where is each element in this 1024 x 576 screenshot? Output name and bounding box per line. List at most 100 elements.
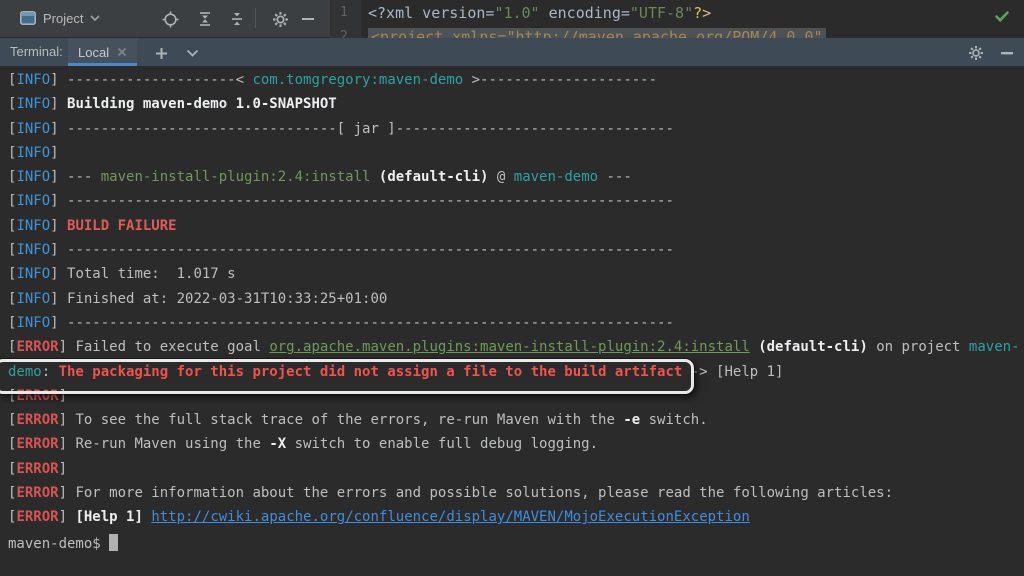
ide-window: Project xyxy=(0,0,1024,576)
terminal-text: ERROR xyxy=(16,388,58,404)
terminal-text: ] Finished at: 2022-03-31T10:33:25+01:00 xyxy=(50,291,387,307)
terminal-text: INFO xyxy=(16,121,50,137)
inspections-ok-icon[interactable] xyxy=(994,8,1010,24)
project-toolbar: Project xyxy=(0,0,330,37)
code-token: "1.0" xyxy=(494,4,539,22)
terminal-line: [INFO] --- maven-install-plugin:2.4:inst… xyxy=(0,169,1024,193)
terminal-text: INFO xyxy=(16,193,50,209)
terminal-text: switch. xyxy=(640,412,707,428)
terminal-text: switch to enable full debug logging. xyxy=(286,436,598,452)
terminal-panel[interactable]: [INFO] --------------------< com.tomgreg… xyxy=(0,66,1024,576)
terminal-text: --- xyxy=(598,169,632,185)
code-token: encoding= xyxy=(540,4,630,22)
terminal-text: INFO xyxy=(16,315,50,331)
code-token: ?> xyxy=(693,4,711,22)
tab-local[interactable]: Local xyxy=(68,38,137,66)
terminal-line: [INFO] ---------------------------------… xyxy=(0,242,1024,266)
terminal-text: ] For more information about the errors … xyxy=(59,485,893,501)
terminal-text: BUILD FAILURE xyxy=(67,218,177,234)
terminal-line: [INFO] BUILD FAILURE xyxy=(0,218,1024,242)
terminal-text: (default-cli) xyxy=(758,339,868,355)
terminal-text: demo xyxy=(8,364,42,380)
terminal-text: ] xyxy=(59,461,67,477)
terminal-text: ] To see the full stack trace of the err… xyxy=(59,412,624,428)
terminal-line: maven-demo$ xyxy=(0,534,1024,558)
terminal-text xyxy=(750,339,758,355)
terminal-text: ] --- xyxy=(50,169,101,185)
terminal-panel-label: Terminal: xyxy=(10,44,63,59)
terminal-line: [INFO] ---------------------------------… xyxy=(0,193,1024,217)
terminal-text: ] xyxy=(50,218,67,234)
terminal-text: Building maven-demo 1.0-SNAPSHOT xyxy=(67,96,337,112)
chevron-down-icon[interactable] xyxy=(183,44,201,62)
terminal-text: ERROR xyxy=(16,412,58,428)
terminal-text: [Help 1] xyxy=(75,509,142,525)
select-opened-file-icon[interactable] xyxy=(161,10,179,28)
gear-icon[interactable] xyxy=(271,10,289,28)
terminal-line: [INFO] --------------------------------[… xyxy=(0,121,1024,145)
toolbar-separator xyxy=(255,8,256,28)
terminal-text: (default-cli) xyxy=(379,169,489,185)
terminal-text: ] xyxy=(50,145,58,161)
terminal-text xyxy=(370,169,378,185)
terminal-text: maven- xyxy=(969,339,1020,355)
terminal-text: : xyxy=(42,364,59,380)
terminal-line: [INFO] Building maven-demo 1.0-SNAPSHOT xyxy=(0,96,1024,120)
terminal-line: [ERROR] xyxy=(0,461,1024,485)
terminal-line: [ERROR] Re-run Maven using the -X switch… xyxy=(0,436,1024,460)
editor-line2-partial: 2 <project xmlns="http://maven.apache.or… xyxy=(330,28,1024,38)
terminal-text: ERROR xyxy=(16,436,58,452)
terminal-text: INFO xyxy=(16,145,50,161)
terminal-line: [ERROR] Failed to execute goal org.apach… xyxy=(0,339,1024,363)
terminal-text: ] xyxy=(59,388,67,404)
terminal-line: [ERROR] To see the full stack trace of t… xyxy=(0,412,1024,436)
terminal-text: ] --------------------------------------… xyxy=(50,315,674,331)
new-session-icon[interactable] xyxy=(152,44,170,62)
terminal-link[interactable]: http://cwiki.apache.org/confluence/displ… xyxy=(151,509,749,525)
terminal-settings-gear-icon[interactable] xyxy=(967,44,985,62)
terminal-text: ] --------------------------------------… xyxy=(50,242,674,258)
terminal-text: >--------------------- xyxy=(463,72,657,88)
terminal-text: INFO xyxy=(16,96,50,112)
hide-terminal-icon[interactable] xyxy=(998,44,1016,62)
terminal-text: ERROR xyxy=(16,485,58,501)
terminal-text: ] xyxy=(50,96,67,112)
terminal-cursor xyxy=(109,534,118,551)
terminal-text: ] Failed to execute goal xyxy=(59,339,270,355)
terminal-line: [ERROR] For more information about the e… xyxy=(0,485,1024,509)
terminal-line: [INFO] --------------------< com.tomgreg… xyxy=(0,72,1024,96)
project-tool-window-button[interactable]: Project xyxy=(14,5,106,31)
terminal-tab-bar: Terminal: Local xyxy=(0,38,1024,66)
terminal-text: INFO xyxy=(16,218,50,234)
terminal-line: [INFO] ---------------------------------… xyxy=(0,315,1024,339)
terminal-text: on project xyxy=(868,339,969,355)
terminal-text[interactable]: org.apache.maven.plugins:maven-install-p… xyxy=(269,339,749,355)
terminal-line: [INFO] xyxy=(0,145,1024,169)
top-bar: Project xyxy=(0,0,1024,38)
editor-area[interactable]: 1 <?xml version="1.0" encoding="UTF-8"?>… xyxy=(330,0,1024,38)
terminal-text: INFO xyxy=(16,291,50,307)
terminal-text: ] xyxy=(59,509,76,525)
terminal-text: -> [Help 1] xyxy=(682,364,783,380)
terminal-text: ] Re-run Maven using the xyxy=(59,436,270,452)
terminal-text: ] --------------------------------[ jar … xyxy=(50,121,674,137)
terminal-text: -X xyxy=(269,436,286,452)
terminal-text: maven-demo xyxy=(514,169,598,185)
terminal-line: demo: The packaging for this project did… xyxy=(0,364,1024,388)
terminal-line: [INFO] Finished at: 2022-03-31T10:33:25+… xyxy=(0,291,1024,315)
close-icon[interactable] xyxy=(117,47,127,57)
terminal-output: [INFO] --------------------< com.tomgreg… xyxy=(0,66,1024,558)
hide-panel-icon[interactable] xyxy=(299,10,317,28)
terminal-text: INFO xyxy=(16,72,50,88)
terminal-text: ] Total time: 1.017 s xyxy=(50,266,235,282)
terminal-text: INFO xyxy=(16,169,50,185)
terminal-text: @ xyxy=(488,169,513,185)
terminal-text: -e xyxy=(623,412,640,428)
terminal-text: ERROR xyxy=(16,509,58,525)
terminal-line: [INFO] Total time: 1.017 s xyxy=(0,266,1024,290)
code-token: <?xml version= xyxy=(368,4,494,22)
editor-code-line[interactable]: <?xml version="1.0" encoding="UTF-8"?> xyxy=(368,4,711,22)
terminal-text: ERROR xyxy=(16,461,58,477)
collapse-all-icon[interactable] xyxy=(228,10,246,28)
expand-all-icon[interactable] xyxy=(196,10,214,28)
